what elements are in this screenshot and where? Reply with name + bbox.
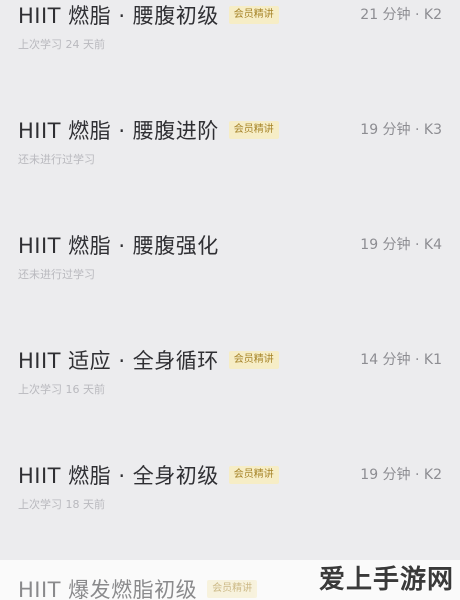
member-badge: 会员精讲	[228, 121, 279, 139]
course-title: HIIT 燃脂 · 腰腹进阶	[18, 119, 219, 143]
course-title: HIIT 燃脂 · 全身初级	[18, 464, 219, 488]
course-duration-level: 19 分钟 · K4	[360, 237, 442, 253]
course-row[interactable]: HIIT 燃脂 · 腰腹强化 19 分钟 · K4 还未进行过学习	[0, 230, 460, 345]
course-last-study: 上次学习 24 天前	[18, 38, 105, 51]
course-title: HIIT 燃脂 · 腰腹强化	[18, 234, 219, 258]
member-badge: 会员精讲	[228, 351, 279, 369]
course-row[interactable]: HIIT 燃脂 · 全身初级 会员精讲 19 分钟 · K2 上次学习 18 天…	[0, 460, 460, 575]
course-last-study: 还未进行过学习	[18, 153, 95, 166]
course-title: HIIT 燃脂 · 腰腹初级	[18, 4, 219, 28]
course-title-line: HIIT 燃脂 · 全身初级 会员精讲	[18, 460, 279, 490]
course-last-study: 还未进行过学习	[18, 268, 95, 281]
site-watermark: 爱上手游网	[318, 565, 454, 595]
course-title-line: HIIT 燃脂 · 腰腹初级 会员精讲	[18, 0, 279, 30]
course-title: HIIT 适应 · 全身循环	[18, 349, 219, 373]
member-badge: 会员精讲	[207, 580, 258, 598]
course-duration-level: 19 分钟 · K3	[360, 122, 442, 138]
course-last-study: 上次学习 18 天前	[18, 498, 105, 511]
member-badge: 会员精讲	[228, 6, 279, 24]
course-last-study: 上次学习 16 天前	[18, 383, 105, 396]
course-row[interactable]: HIIT 燃脂 · 腰腹进阶 会员精讲 19 分钟 · K3 还未进行过学习	[0, 115, 460, 230]
course-duration-level: 19 分钟 · K2	[360, 467, 442, 483]
course-row[interactable]: HIIT 适应 · 全身循环 会员精讲 14 分钟 · K1 上次学习 16 天…	[0, 345, 460, 460]
course-row[interactable]: HIIT 燃脂 · 腰腹初级 会员精讲 21 分钟 · K2 上次学习 24 天…	[0, 0, 460, 115]
course-title: HIIT 爆发燃脂初级	[18, 578, 198, 600]
course-duration-level: 14 分钟 · K1	[360, 352, 442, 368]
course-title-line: HIIT 燃脂 · 腰腹强化	[18, 230, 219, 260]
member-badge: 会员精讲	[228, 466, 279, 484]
course-title-line: HIIT 燃脂 · 腰腹进阶 会员精讲	[18, 115, 279, 145]
course-title-line: HIIT 爆发燃脂初级 会员精讲	[18, 574, 258, 600]
course-list: HIIT 燃脂 · 腰腹初级 会员精讲 21 分钟 · K2 上次学习 24 天…	[0, 0, 460, 560]
course-row-partial[interactable]: HIIT 爆发燃脂初级 会员精讲 爱上手游网	[0, 560, 460, 600]
course-duration-level: 21 分钟 · K2	[360, 7, 442, 23]
course-title-line: HIIT 适应 · 全身循环 会员精讲	[18, 345, 279, 375]
